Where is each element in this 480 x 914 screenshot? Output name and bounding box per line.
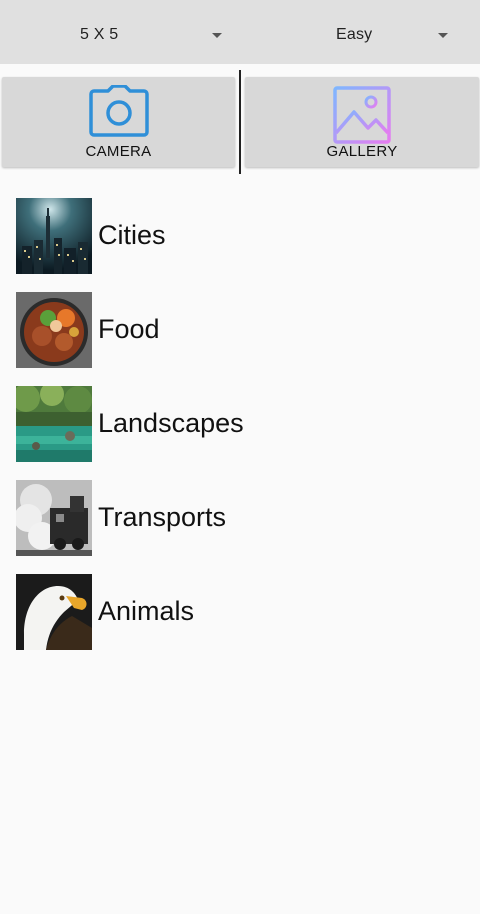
food-thumbnail: [16, 292, 92, 368]
chevron-down-icon: [438, 33, 448, 38]
animals-thumbnail: [16, 574, 92, 650]
category-item-cities[interactable]: Cities: [16, 198, 456, 274]
camera-icon: [88, 84, 149, 142]
difficulty-value: Easy: [336, 26, 373, 43]
camera-button[interactable]: CAMERA: [2, 77, 235, 167]
grid-size-value: 5 X 5: [80, 26, 119, 43]
category-label: Transports: [98, 502, 227, 532]
cities-thumbnail: [16, 198, 92, 274]
landscapes-thumbnail: [16, 386, 92, 462]
chevron-down-icon: [212, 33, 222, 38]
category-label: Cities: [98, 220, 166, 250]
image-icon: [332, 85, 392, 150]
category-item-landscapes[interactable]: Landscapes: [16, 386, 456, 462]
grid-size-dropdown[interactable]: 5 X 5: [0, 0, 240, 64]
category-label: Animals: [98, 596, 195, 626]
camera-label: CAMERA: [85, 143, 152, 160]
difficulty-dropdown[interactable]: Easy: [240, 0, 480, 64]
category-item-animals[interactable]: Animals: [16, 574, 456, 650]
category-item-transports[interactable]: Transports: [16, 480, 456, 556]
divider: [239, 70, 241, 174]
transports-thumbnail: [16, 480, 92, 556]
settings-bar: 5 X 5 Easy: [0, 0, 480, 64]
category-label: Food: [98, 314, 160, 344]
gallery-label: GALLERY: [326, 143, 398, 160]
gallery-button[interactable]: GALLERY: [245, 77, 479, 167]
category-label: Landscapes: [98, 408, 244, 438]
category-item-food[interactable]: Food: [16, 292, 456, 368]
